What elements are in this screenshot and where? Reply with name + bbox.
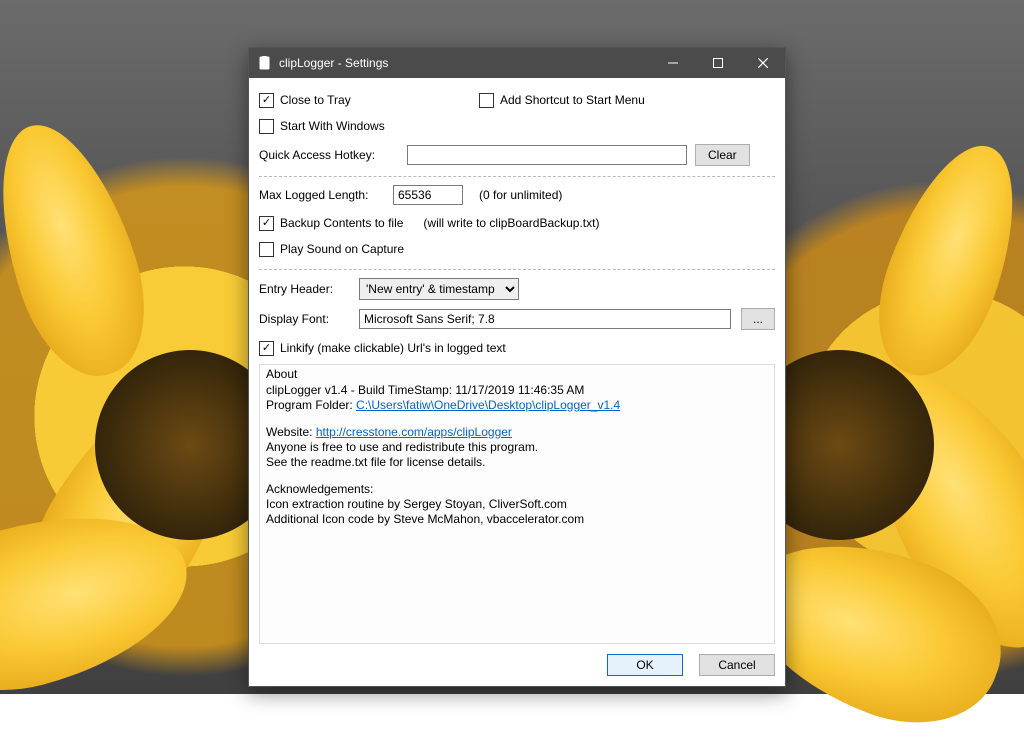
- program-folder-link[interactable]: C:\Users\fatiw\OneDrive\Desktop\clipLogg…: [356, 398, 620, 412]
- redistribute-text: Anyone is free to use and redistribute t…: [266, 440, 768, 455]
- checkbox-icon: [259, 119, 274, 134]
- ack-line-1: Icon extraction routine by Sergey Stoyan…: [266, 497, 768, 512]
- about-version-line: clipLogger v1.4 - Build TimeStamp: 11/17…: [266, 383, 768, 398]
- quick-access-input[interactable]: [407, 145, 687, 165]
- backup-label: Backup Contents to file: [280, 216, 403, 230]
- about-group: About clipLogger v1.4 - Build TimeStamp:…: [259, 364, 775, 644]
- display-font-box[interactable]: [359, 309, 731, 329]
- close-button[interactable]: [740, 48, 785, 78]
- close-to-tray-label: Close to Tray: [280, 93, 351, 107]
- about-legend: About: [266, 367, 768, 381]
- website-link[interactable]: http://cresstone.com/apps/clipLogger: [316, 425, 512, 439]
- start-with-windows-checkbox[interactable]: Start With Windows: [259, 116, 439, 136]
- ack-line-2: Additional Icon code by Steve McMahon, v…: [266, 512, 768, 527]
- website-label: Website:: [266, 425, 316, 439]
- ok-button[interactable]: OK: [607, 654, 683, 676]
- minimize-button[interactable]: [650, 48, 695, 78]
- linkify-label: Linkify (make clickable) Url's in logged…: [280, 341, 506, 355]
- checkbox-icon: [259, 93, 274, 108]
- display-font-label: Display Font:: [259, 312, 339, 326]
- max-length-input[interactable]: [393, 185, 463, 205]
- max-length-label: Max Logged Length:: [259, 188, 373, 202]
- backup-checkbox[interactable]: Backup Contents to file (will write to c…: [259, 213, 775, 233]
- cancel-button[interactable]: Cancel: [699, 654, 775, 676]
- backup-hint: (will write to clipBoardBackup.txt): [423, 216, 599, 230]
- app-icon: [257, 55, 273, 71]
- program-folder-label: Program Folder:: [266, 398, 356, 412]
- start-with-windows-label: Start With Windows: [280, 119, 385, 133]
- window-title: clipLogger - Settings: [279, 56, 388, 70]
- entry-header-select[interactable]: 'New entry' & timestamp: [359, 278, 519, 300]
- add-shortcut-label: Add Shortcut to Start Menu: [500, 93, 645, 107]
- close-to-tray-checkbox[interactable]: Close to Tray: [259, 90, 439, 110]
- sound-checkbox[interactable]: Play Sound on Capture: [259, 239, 775, 259]
- settings-window: clipLogger - Settings Close to Tray Star…: [248, 47, 786, 687]
- add-shortcut-checkbox[interactable]: Add Shortcut to Start Menu: [479, 90, 645, 110]
- clear-button[interactable]: Clear: [695, 144, 750, 166]
- sound-label: Play Sound on Capture: [280, 242, 404, 256]
- divider: [259, 269, 775, 270]
- checkbox-icon: [259, 242, 274, 257]
- checkbox-icon: [259, 216, 274, 231]
- font-browse-button[interactable]: ...: [741, 308, 775, 330]
- ack-title: Acknowledgements:: [266, 482, 768, 497]
- linkify-checkbox[interactable]: Linkify (make clickable) Url's in logged…: [259, 338, 775, 358]
- quick-access-label: Quick Access Hotkey:: [259, 148, 389, 162]
- maximize-button[interactable]: [695, 48, 740, 78]
- entry-header-label: Entry Header:: [259, 282, 339, 296]
- checkbox-icon: [259, 341, 274, 356]
- readme-text: See the readme.txt file for license deta…: [266, 455, 768, 470]
- checkbox-icon: [479, 93, 494, 108]
- max-length-hint: (0 for unlimited): [479, 188, 562, 202]
- divider: [259, 176, 775, 177]
- titlebar[interactable]: clipLogger - Settings: [249, 48, 785, 78]
